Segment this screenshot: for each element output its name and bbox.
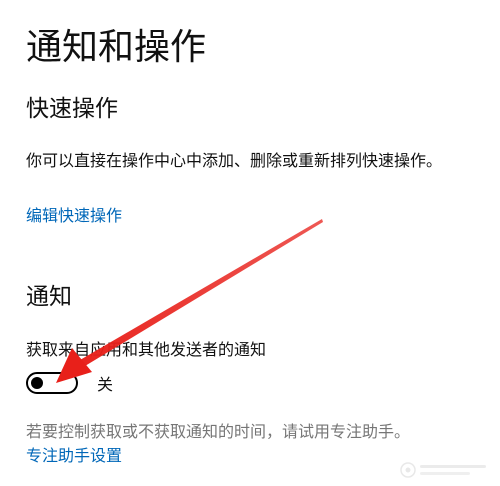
annotation-arrow-icon bbox=[56, 219, 323, 383]
notifications-heading: 通知 bbox=[26, 284, 72, 310]
focus-assist-settings-link[interactable]: 专注助手设置 bbox=[26, 444, 122, 468]
page-title: 通知和操作 bbox=[26, 27, 207, 68]
toggle-knob bbox=[31, 377, 43, 389]
notifications-toggle-label: 获取来自应用和其他发送者的通知 bbox=[26, 340, 267, 359]
quick-actions-heading: 快速操作 bbox=[26, 96, 118, 122]
notifications-toggle[interactable] bbox=[26, 372, 78, 394]
watermark-logo-icon bbox=[400, 462, 486, 478]
focus-assist-hint: 若要控制获取或不获取通知的时间，请试用专注助手。 bbox=[26, 422, 411, 441]
toggle-state-label: 关 bbox=[97, 375, 114, 394]
quick-actions-description: 你可以直接在操作中心中添加、删除或重新排列快速操作。 bbox=[26, 151, 443, 170]
edit-quick-actions-link[interactable]: 编辑快速操作 bbox=[26, 204, 122, 228]
